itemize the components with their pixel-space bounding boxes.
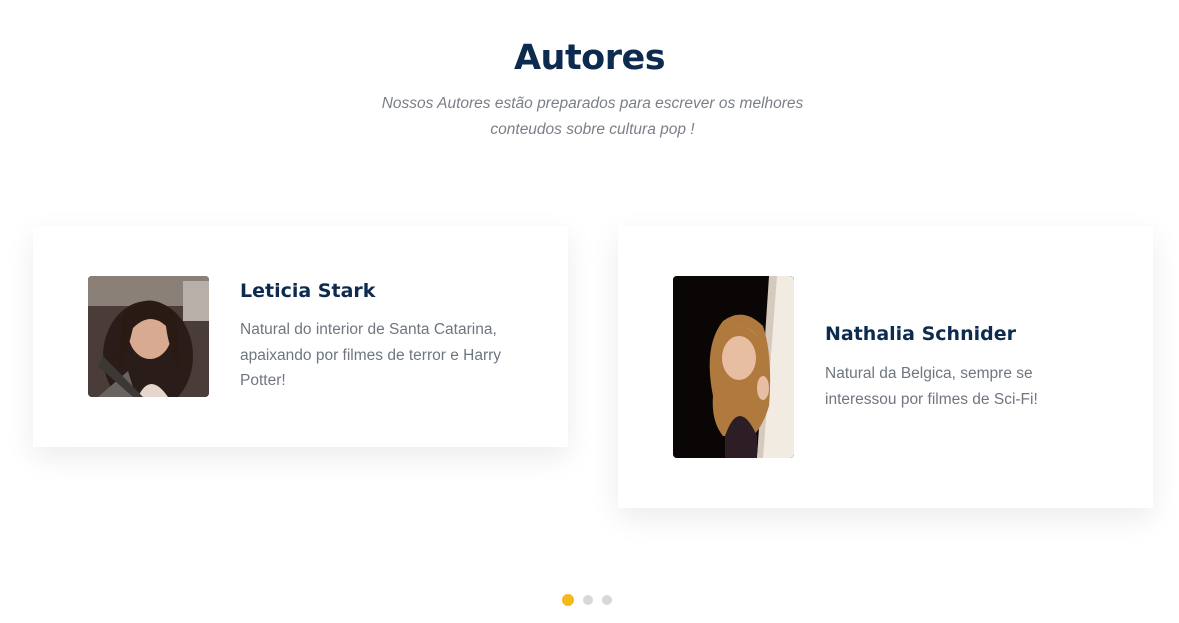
authors-section: Autores Nossos Autores estão preparados … <box>0 0 1179 623</box>
carousel-dot-2[interactable] <box>583 595 593 605</box>
author-card: Leticia Stark Natural do interior de San… <box>33 226 568 447</box>
author-name: Nathalia Schnider <box>825 323 1016 345</box>
author-bio: Natural do interior de Santa Catarina, a… <box>240 321 502 389</box>
author-bio: Natural da Belgica, sempre se interessou… <box>825 365 1038 408</box>
carousel-dot-1[interactable] <box>562 594 574 606</box>
carousel-dot-3[interactable] <box>602 595 612 605</box>
author-photo <box>88 276 209 397</box>
section-title: Autores <box>513 38 666 78</box>
author-photo-image <box>88 276 209 397</box>
author-photo-image <box>673 276 794 458</box>
author-photo <box>673 276 794 458</box>
author-name: Leticia Stark <box>240 280 376 302</box>
carousel-pagination <box>562 594 612 606</box>
author-card: Nathalia Schnider Natural da Belgica, se… <box>618 226 1153 508</box>
section-subtitle: Nossos Autores estão preparados para esc… <box>381 95 804 138</box>
